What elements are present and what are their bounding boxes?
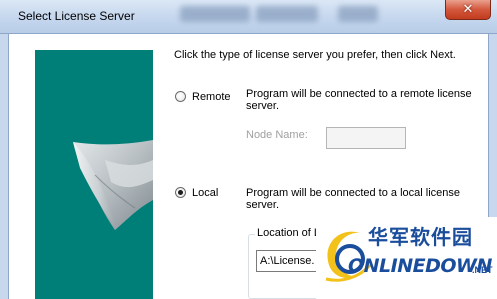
instruction-text: Click the type of license server you pre… [174, 49, 456, 61]
watermark-suffix: .NET [472, 265, 493, 275]
window-title: Select License Server [18, 9, 135, 23]
node-name-input[interactable] [326, 127, 406, 149]
watermark-english-text: ONLINEDOWN [348, 255, 492, 277]
remote-description: Program will be connected to a remote li… [246, 88, 472, 112]
blurred-title-area [180, 6, 250, 22]
blurred-title-area [256, 6, 318, 22]
title-bar[interactable]: Select License Server ✕ [0, 0, 497, 34]
local-radio-button[interactable] [175, 187, 186, 198]
close-button[interactable]: ✕ [445, 0, 491, 20]
blurred-title-area [338, 6, 378, 22]
watermark-chinese-text: 华军软件园 [368, 225, 473, 249]
site-watermark: 华军软件园 ONLINEDOWN .NET [316, 217, 497, 299]
radio-selected-dot [178, 190, 183, 195]
wizard-banner-image [35, 50, 153, 299]
location-group-label: Location of L [255, 227, 322, 239]
remote-radio-label[interactable]: Remote [192, 91, 231, 103]
close-icon: ✕ [462, 1, 474, 16]
local-radio-label[interactable]: Local [192, 187, 218, 199]
remote-radio-button[interactable] [175, 91, 186, 102]
folded-page-graphic [73, 140, 153, 230]
local-description: Program will be connected to a local lic… [246, 187, 461, 211]
node-name-label: Node Name: [246, 129, 308, 141]
